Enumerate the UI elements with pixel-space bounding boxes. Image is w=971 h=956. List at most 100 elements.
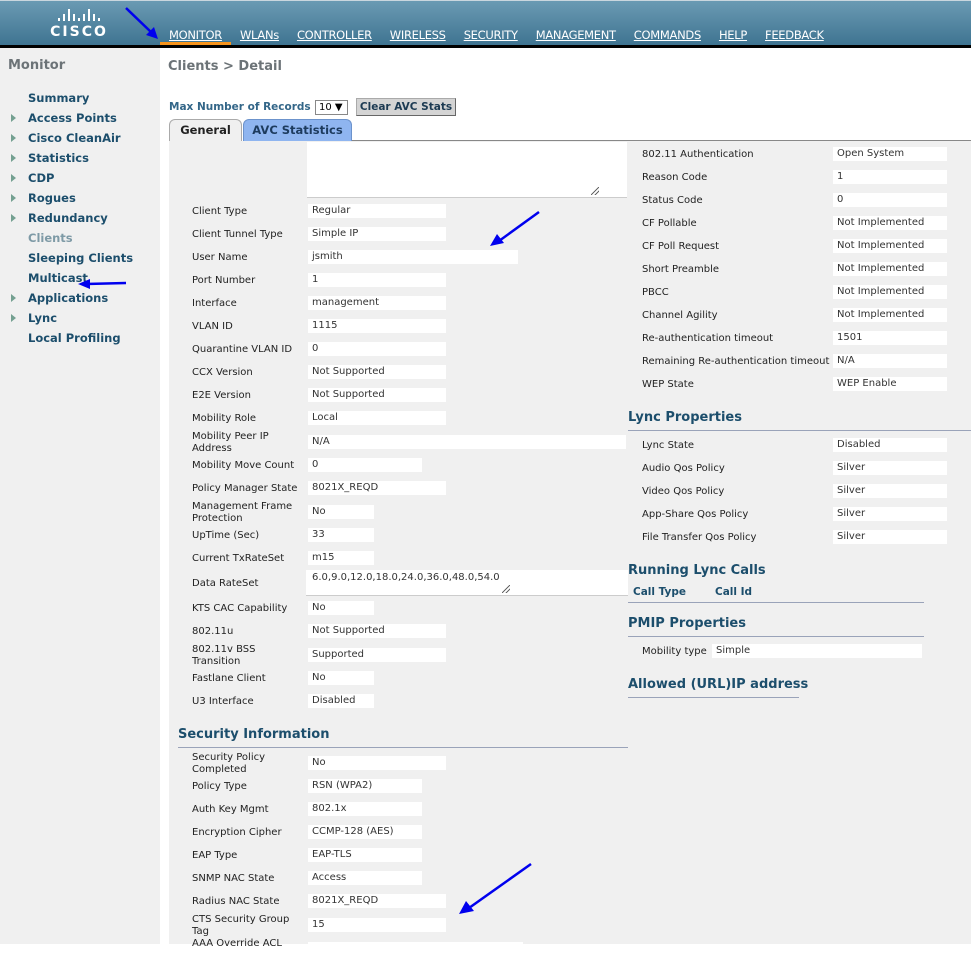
sidebar-item-cleanair[interactable]: Cisco CleanAir: [0, 128, 160, 148]
expand-triangle-icon[interactable]: [11, 294, 16, 302]
remaining-reauth-label: Remaining Re-authentication timeout: [642, 356, 830, 367]
channel-agility-value: Not Implemented: [833, 308, 947, 322]
mobility-move-count-label: Mobility Move Count: [192, 460, 295, 471]
ccx-version-label: CCX Version: [192, 367, 253, 378]
auth-key-mgmt-value: 802.1x: [308, 802, 422, 816]
video-qos-label: Video Qos Policy: [642, 486, 725, 497]
sidebar-item-cdp[interactable]: CDP: [0, 168, 160, 188]
reason-code-label: Reason Code: [642, 172, 708, 183]
resize-grip-icon[interactable]: [502, 585, 510, 593]
resize-grip-icon[interactable]: [591, 187, 599, 195]
annotation-arrow-icon: [78, 279, 127, 289]
sidebar-item-rogues[interactable]: Rogues: [0, 188, 160, 208]
nav-commands[interactable]: COMMANDS: [625, 25, 710, 46]
expand-triangle-icon[interactable]: [11, 154, 16, 162]
annotation-arrow-icon: [459, 862, 532, 914]
cisco-wordmark: CISCO: [50, 24, 108, 40]
nav-wlans[interactable]: WLANs: [231, 25, 288, 46]
sidebar-item-sleeping-clients[interactable]: Sleeping Clients: [0, 248, 160, 268]
vlan-id-label: VLAN ID: [192, 321, 233, 332]
auth-key-mgmt-label: Auth Key Mgmt: [192, 804, 269, 815]
vlan-id-value: 1115: [308, 319, 446, 333]
port-number-label: Port Number: [192, 275, 256, 286]
channel-agility-label: Channel Agility: [642, 310, 718, 321]
top-navigation-bar: CISCO MONITOR WLANs CONTROLLER WIRELESS …: [0, 0, 971, 49]
sidebar-item-statistics[interactable]: Statistics: [0, 148, 160, 168]
sidebar-item-label: Local Profiling: [28, 331, 121, 345]
sidebar-item-applications[interactable]: Applications: [0, 288, 160, 308]
call-type-column-header: Call Type: [633, 586, 687, 598]
client-type-label: Client Type: [192, 206, 248, 217]
tab-avc-statistics[interactable]: AVC Statistics: [243, 119, 352, 141]
cisco-logo[interactable]: CISCO: [44, 7, 114, 43]
data-rate-set-textarea[interactable]: 6.0,9.0,12.0,18.0,24.0,36.0,48.0,54.0: [306, 570, 628, 596]
policy-type-label: Policy Type: [192, 781, 247, 792]
sidebar-item-redundancy[interactable]: Redundancy: [0, 208, 160, 228]
short-preamble-label: Short Preamble: [642, 264, 720, 275]
fastlane-label: Fastlane Client: [192, 673, 266, 684]
sidebar-item-local-profiling[interactable]: Local Profiling: [0, 328, 160, 348]
nav-security[interactable]: SECURITY: [455, 25, 527, 46]
description-textarea[interactable]: [307, 142, 627, 198]
expand-triangle-icon[interactable]: [11, 214, 16, 222]
app-share-qos-value: Silver: [833, 507, 947, 521]
security-policy-completed-label: Security Policy Completed: [192, 752, 266, 775]
expand-triangle-icon[interactable]: [11, 314, 16, 322]
tx-rate-set-value: m15: [308, 551, 374, 565]
general-panel: Client Type Regular Client Tunnel Type S…: [169, 141, 971, 956]
uptime-value: 33: [308, 528, 374, 542]
nav-wireless[interactable]: WIRELESS: [381, 25, 455, 46]
sidebar-item-clients[interactable]: Clients: [0, 228, 160, 248]
lync-properties-heading: Lync Properties: [628, 410, 742, 425]
audio-qos-label: Audio Qos Policy: [642, 463, 725, 474]
sidebar-item-label: Redundancy: [28, 211, 108, 225]
expand-triangle-icon[interactable]: [11, 134, 16, 142]
dot11u-value: Not Supported: [308, 624, 446, 638]
expand-triangle-icon[interactable]: [11, 194, 16, 202]
sidebar-item-label: CDP: [28, 171, 55, 185]
kts-cac-label: KTS CAC Capability: [192, 603, 288, 614]
pbcc-value: Not Implemented: [833, 285, 947, 299]
max-records-label: Max Number of Records: [169, 101, 311, 113]
nav-monitor[interactable]: MONITOR: [160, 25, 231, 46]
cf-pollable-value: Not Implemented: [833, 216, 947, 230]
expand-triangle-icon[interactable]: [11, 174, 16, 182]
eap-type-label: EAP Type: [192, 850, 238, 861]
sidebar-item-label: Lync: [28, 311, 58, 325]
section-divider: [178, 747, 628, 748]
snmp-nac-state-value: Access: [308, 871, 422, 885]
sidebar: Monitor Summary Access Points Cisco Clea…: [0, 48, 160, 944]
clear-avc-stats-button[interactable]: Clear AVC Stats: [356, 98, 456, 116]
security-policy-completed-value: No: [308, 756, 446, 770]
data-rate-set-value: 6.0,9.0,12.0,18.0,24.0,36.0,48.0,54.0: [312, 572, 500, 583]
video-qos-value: Silver: [833, 484, 947, 498]
kts-cac-value: No: [308, 601, 374, 615]
page-title: Clients > Detail: [168, 59, 282, 74]
nav-management[interactable]: MANAGEMENT: [527, 25, 625, 46]
nav-help[interactable]: HELP: [710, 25, 756, 46]
sidebar-item-lync[interactable]: Lync: [0, 308, 160, 328]
mfp-label: Management Frame Protection: [192, 501, 293, 524]
security-information-heading: Security Information: [178, 727, 330, 742]
section-divider: [628, 602, 924, 603]
file-transfer-qos-value: Silver: [833, 530, 947, 544]
expand-triangle-icon[interactable]: [11, 114, 16, 122]
nav-controller[interactable]: CONTROLLER: [288, 25, 381, 46]
sidebar-item-access-points[interactable]: Access Points: [0, 108, 160, 128]
max-records-select[interactable]: 10 ▼: [315, 100, 348, 115]
sidebar-item-summary[interactable]: Summary: [0, 88, 160, 108]
mobility-peer-ip-label: Mobility Peer IP Address: [192, 431, 269, 454]
reason-code-value: 1: [833, 170, 947, 184]
nav-feedback[interactable]: FEEDBACK: [756, 25, 833, 46]
dot11u-label: 802.11u: [192, 626, 234, 637]
sidebar-title: Monitor: [8, 58, 66, 73]
cf-pollable-label: CF Pollable: [642, 218, 697, 229]
fastlane-value: No: [308, 671, 374, 685]
encryption-cipher-label: Encryption Cipher: [192, 827, 282, 838]
dot11-auth-label: 802.11 Authentication: [642, 149, 754, 160]
u3-interface-label: U3 Interface: [192, 696, 254, 707]
tab-general[interactable]: General: [169, 119, 242, 141]
wep-state-value: WEP Enable: [833, 377, 947, 391]
uptime-label: UpTime (Sec): [192, 530, 260, 541]
file-transfer-qos-label: File Transfer Qos Policy: [642, 532, 757, 543]
